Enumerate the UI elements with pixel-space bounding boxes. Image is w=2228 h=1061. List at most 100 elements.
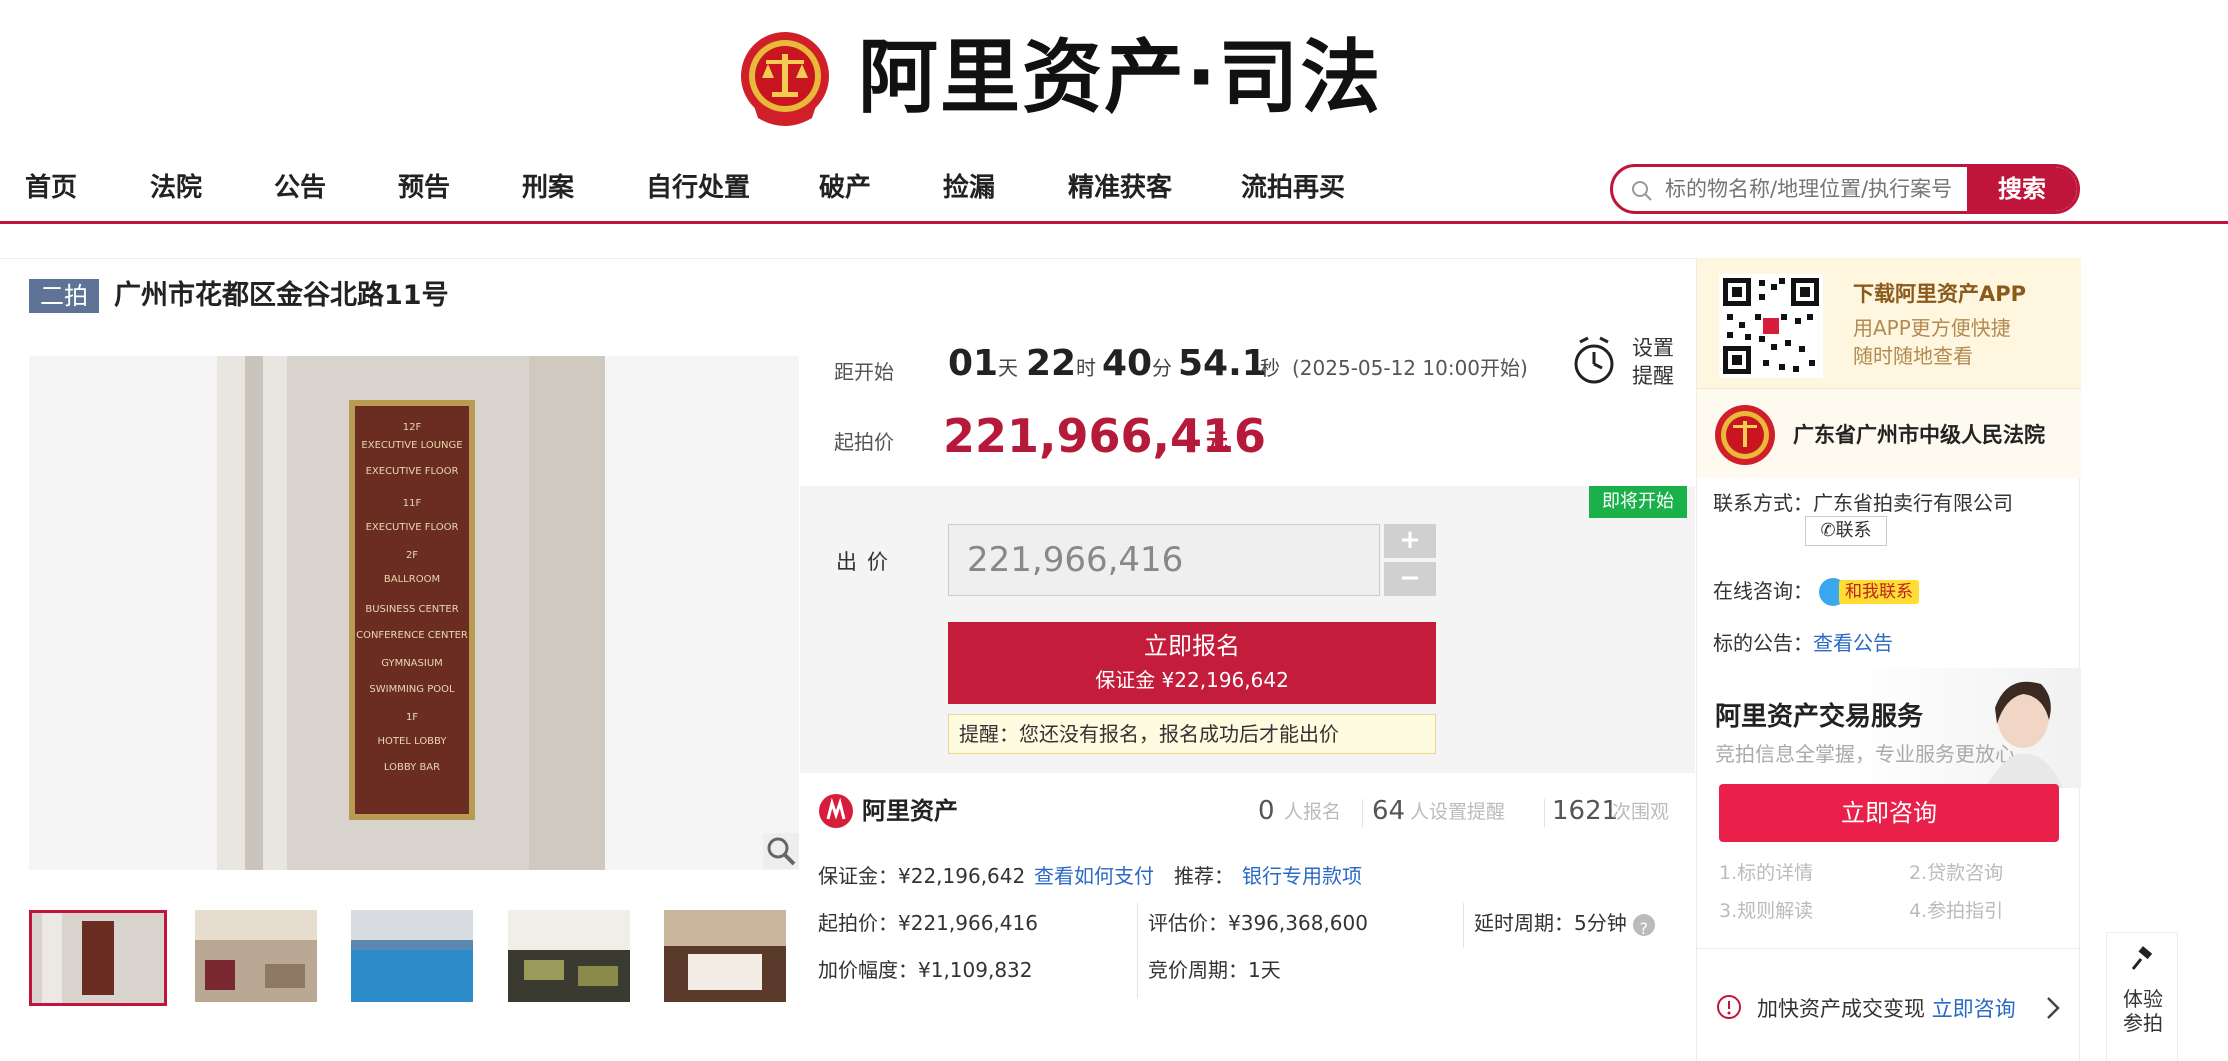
bank-account-link[interactable]: 银行专用款项 [1242,861,1362,891]
view-count-label: 次围观 [1612,801,1670,823]
reminder-count-label: 人设置提醒 [1410,801,1506,823]
chevron-right-icon [2047,997,2060,1019]
signup-button[interactable]: 立即报名 保证金 ¥22,196,642 [948,622,1436,704]
bid-increment: 加价幅度：¥1,109,832 [818,958,1033,982]
speed-up-text: 加快资产成交变现 立即咨询 [1757,993,2016,1023]
svg-text:LOBBY BAR: LOBBY BAR [384,762,440,773]
float-line1: 体验 [2123,987,2163,1011]
signup-label: 立即报名 [1144,632,1240,660]
set-reminder-button[interactable]: 设置 提醒 [1572,328,1690,388]
extension-period-text: 延时周期：5分钟 [1474,911,1627,935]
svg-text:GYMNASIUM: GYMNASIUM [381,658,443,669]
nav-item-rebuy[interactable]: 流拍再买 [1241,170,1345,206]
nav-item-preview[interactable]: 预告 [398,170,450,206]
divider [1544,799,1545,827]
signup-notice: 提醒：您还没有报名，报名成功后才能出价 [948,714,1436,754]
auction-round-badge: 二拍 [29,279,99,313]
signup-count-label: 人报名 [1284,801,1342,823]
service-link-loan[interactable]: 2.贷款咨询 [1909,858,2003,885]
app-download-title: 下载阿里资产APP [1853,282,2027,306]
consult-now-button[interactable]: 立即咨询 [1719,784,2059,842]
chat-button-label: 和我联系 [1839,580,1919,604]
svg-text:BUSINESS CENTER: BUSINESS CENTER [365,604,458,615]
countdown-seconds-unit: 秒 [1260,356,1280,380]
asset-service-banner[interactable]: 阿里资产交易服务 竞拍信息全掌握，专业服务更放心 [1697,668,2081,788]
divider [1137,903,1138,998]
nav-item-court[interactable]: 法院 [150,170,202,206]
contact-value: 广东省拍卖行有限公司 [1813,491,2013,515]
thumbnail-4[interactable] [508,910,630,1002]
svg-text:2F: 2F [406,550,418,561]
court-name[interactable]: 广东省广州市中级人民法院 [1793,419,2045,449]
bid-decrease-button[interactable]: − [1384,562,1436,596]
start-price-detail: 起拍价：¥221,966,416 [818,911,1038,935]
svg-text:EXECUTIVE LOUNGE: EXECUTIVE LOUNGE [361,440,462,451]
svg-text:12F: 12F [403,422,422,433]
divider [1463,903,1464,948]
court-emblem-logo[interactable] [738,26,832,130]
thumbnail-strip [29,910,799,1006]
main-photo[interactable]: 12F EXECUTIVE LOUNGE EXECUTIVE FLOOR 11F E… [29,356,799,870]
countdown-minutes-unit: 分 [1152,356,1172,380]
alarm-clock-icon [1574,336,1614,384]
extension-period: 延时周期：5分钟? [1474,908,1655,938]
search-input[interactable] [1665,167,1965,211]
phone-icon: ✆ [1820,520,1836,541]
bid-amount-input[interactable]: 221,966,416 [948,524,1380,596]
service-link-rules[interactable]: 3.规则解读 [1719,896,1813,923]
main-photo-image: 12F EXECUTIVE LOUNGE EXECUTIVE FLOOR 11F E… [29,356,799,870]
svg-text:EXECUTIVE FLOOR: EXECUTIVE FLOOR [366,522,459,533]
site-brand-title[interactable]: 阿里资产·司法 [858,28,1382,128]
auction-details: 保证金：¥22,196,642 查看如何支付 推荐： 银行专用款项 起拍价：¥2… [800,853,1695,1003]
thumbnail-2[interactable] [195,910,317,1002]
start-price-unit: 元 [1206,430,1229,455]
contact-info: 联系方式：广东省拍卖行有限公司 [1713,488,2013,518]
how-to-pay-link[interactable]: 查看如何支付 [1034,861,1154,891]
speed-up-consult-link[interactable]: 立即咨询 [1932,997,2016,1021]
service-link-details[interactable]: 1.标的详情 [1719,858,1813,885]
float-label: 体验 参拍 [2107,987,2179,1035]
countdown-hours: 22 [1026,343,1077,384]
reminder-count: 64 [1372,796,1406,826]
app-download-box[interactable]: 下载阿里资产APP 用APP更方便快捷 随时随地查看 [1697,258,2081,388]
service-link-guide[interactable]: 4.参拍指引 [1909,896,2003,923]
announcement-row: 标的公告：查看公告 [1713,628,1893,658]
countdown-hours-unit: 时 [1076,356,1096,380]
search-icon [1632,181,1652,201]
site-header: 阿里资产·司法 [0,0,2228,160]
reminder-line1: 设置 [1632,336,1674,360]
contact-button[interactable]: ✆联系 [1805,516,1887,546]
countdown-label: 距开始 [834,360,894,384]
signup-deposit: 保证金 ¥22,196,642 [1095,668,1289,692]
zoom-icon[interactable] [763,833,799,869]
svg-text:EXECUTIVE FLOOR: EXECUTIVE FLOOR [366,466,459,477]
online-chat-label: 在线咨询： [1713,579,1813,603]
nav-item-home[interactable]: 首页 [25,170,77,206]
nav-item-announcement[interactable]: 公告 [274,170,326,206]
search-button[interactable]: 搜索 [1967,167,2077,211]
bid-cycle: 竞价周期：1天 [1148,958,1281,982]
app-sub-line2: 随时随地查看 [1853,344,1973,368]
reminder-line2: 提醒 [1632,364,1674,388]
chat-button[interactable]: 和我联系 [1819,576,1943,608]
nav-item-precise-leads[interactable]: 精准获客 [1068,170,1172,206]
court-emblem-icon [1715,405,1775,465]
nav-item-criminal[interactable]: 刑案 [522,170,574,206]
item-title: 广州市花都区金谷北路11号 [114,280,449,311]
right-sidebar: 下载阿里资产APP 用APP更方便快捷 随时随地查看 广东省广州市中级人民法院 … [1696,258,2081,1061]
view-announcement-link[interactable]: 查看公告 [1813,631,1893,655]
contact-label: 联系方式： [1713,491,1813,515]
speed-up-sale-row[interactable]: 加快资产成交变现 立即咨询 [1697,948,2081,1061]
nav-item-bankruptcy[interactable]: 破产 [819,170,871,206]
nav-item-self-disposal[interactable]: 自行处置 [646,170,750,206]
view-count: 1621 [1552,796,1619,826]
thumbnail-5[interactable] [664,910,786,1002]
nav-item-bargain[interactable]: 捡漏 [943,170,995,206]
bid-increase-button[interactable]: + [1384,524,1436,558]
help-icon[interactable]: ? [1632,913,1655,938]
thumbnail-1[interactable] [29,910,167,1006]
deposit-text: 保证金：¥22,196,642 [818,864,1026,888]
try-bidding-float[interactable]: 体验 参拍 [2106,932,2178,1061]
thumbnail-3[interactable] [351,910,473,1002]
start-time: (2025-05-12 10:00开始) [1292,356,1528,380]
